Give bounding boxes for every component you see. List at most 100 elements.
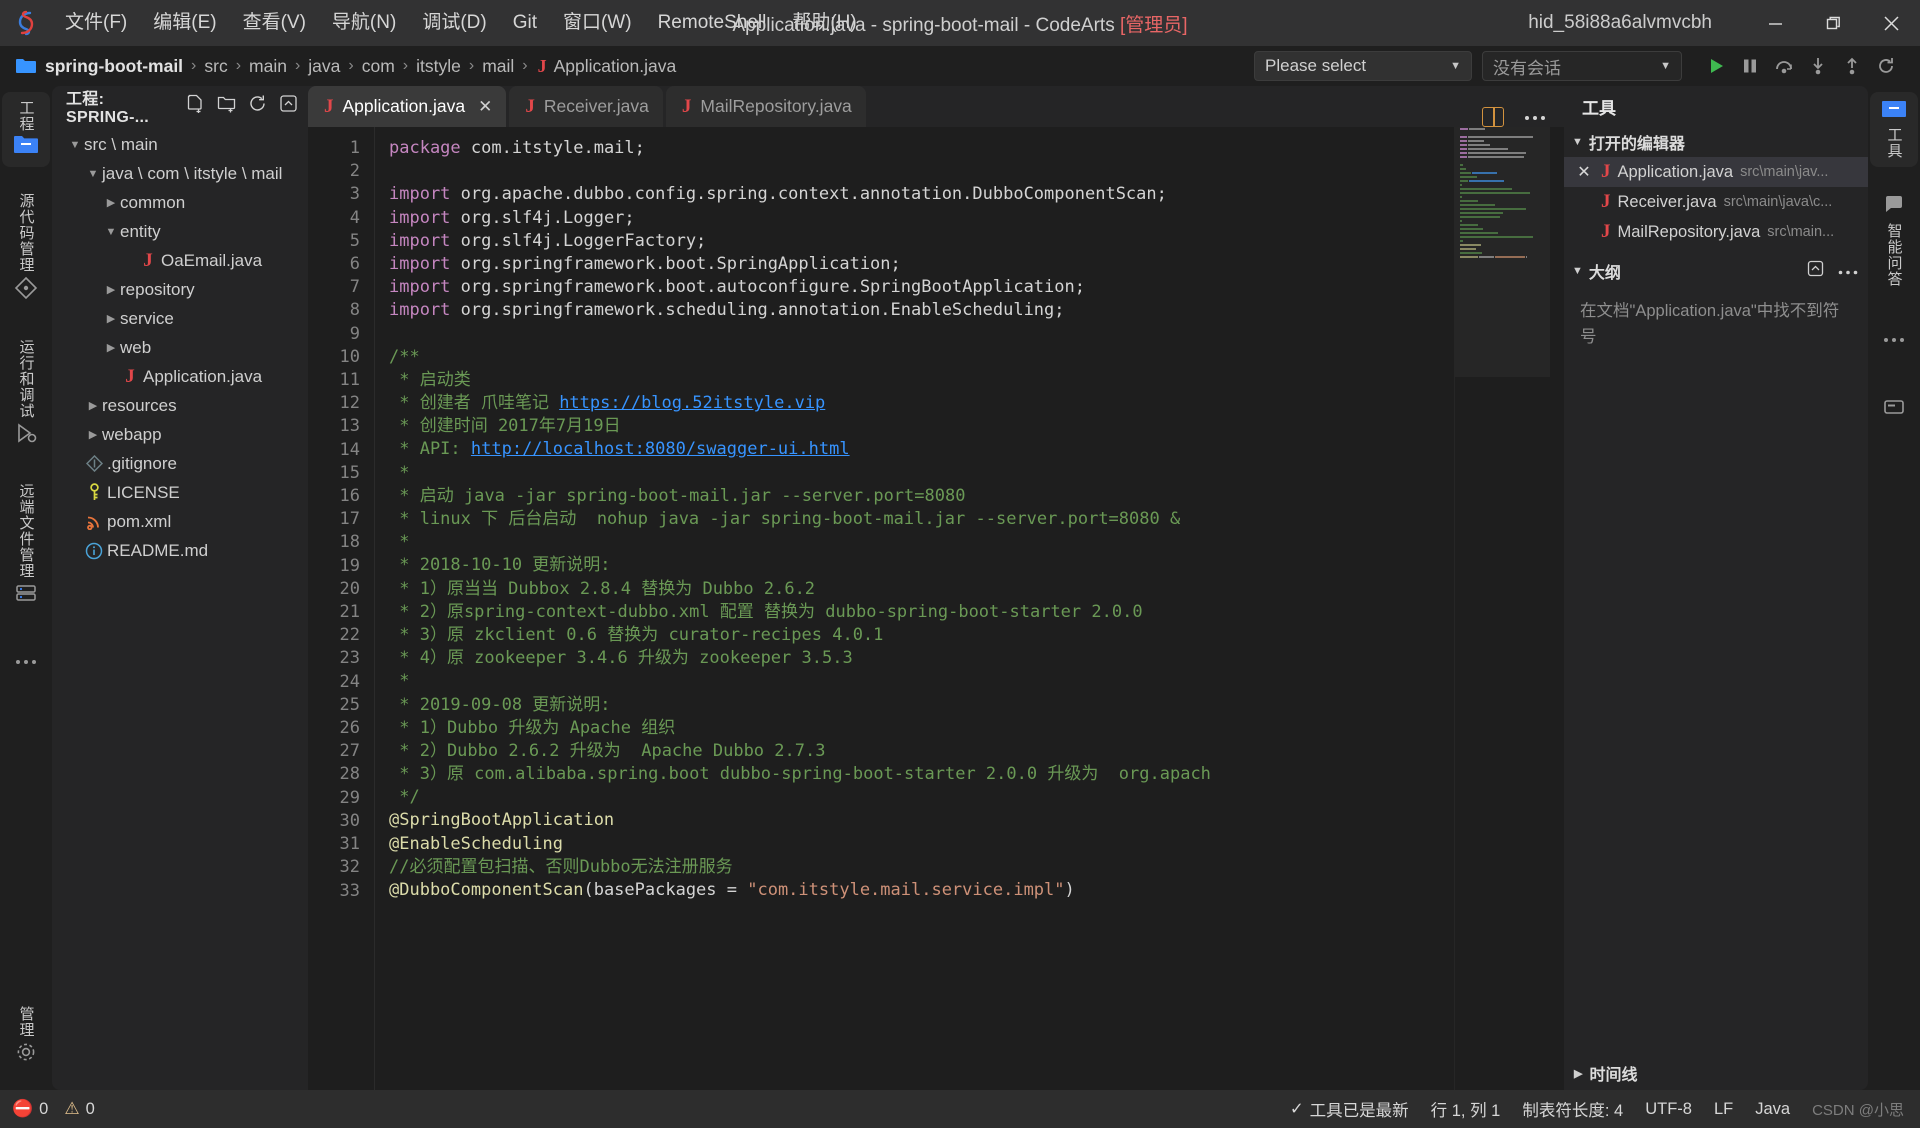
sidebar-item-source-control[interactable]: 源代码管理 bbox=[2, 185, 50, 313]
status-encoding[interactable]: UTF-8 bbox=[1645, 1100, 1692, 1119]
menu-help[interactable]: 帮助(H) bbox=[779, 6, 869, 40]
tab-mailrepository-java[interactable]: J MailRepository.java bbox=[666, 86, 866, 127]
menu-debug[interactable]: 调试(D) bbox=[409, 6, 499, 40]
open-editor-item-mailrepository[interactable]: J MailRepository.java src\main... bbox=[1564, 217, 1868, 247]
breadcrumb-com[interactable]: com bbox=[362, 56, 395, 77]
menu-file[interactable]: 文件(F) bbox=[52, 6, 140, 40]
chevron-down-icon: ▼ bbox=[1660, 60, 1671, 72]
status-update[interactable]: ✓ 工具已是最新 bbox=[1290, 1097, 1409, 1121]
activity-label: 远端文件管理 bbox=[19, 483, 34, 579]
step-out-icon[interactable] bbox=[1842, 56, 1862, 76]
code-line: import org.apache.dubbo.config.spring.co… bbox=[389, 183, 1454, 206]
breadcrumb-itstyle[interactable]: itstyle bbox=[416, 56, 461, 77]
tree-item[interactable]: README.md bbox=[52, 536, 308, 565]
tree-item[interactable]: ▼java \ com \ itstyle \ mail bbox=[52, 159, 308, 188]
sidebar-item-run-debug[interactable]: 运行和调试 bbox=[2, 331, 50, 457]
tree-item[interactable]: ▼src \ main bbox=[52, 130, 308, 159]
config-select[interactable]: Please select ▼ bbox=[1254, 51, 1472, 81]
tree-item[interactable]: ▶webapp bbox=[52, 420, 308, 449]
tree-item[interactable]: LICENSE bbox=[52, 478, 308, 507]
restore-icon[interactable] bbox=[1804, 0, 1862, 46]
breadcrumb-src[interactable]: src bbox=[204, 56, 227, 77]
open-editor-item-application[interactable]: ✕ J Application.java src\main\jav... bbox=[1564, 157, 1868, 187]
outline-section-header[interactable]: ▼ 大纲 bbox=[1564, 255, 1868, 286]
status-eol[interactable]: LF bbox=[1714, 1100, 1733, 1119]
breadcrumb-mail[interactable]: mail bbox=[482, 56, 514, 77]
tree-item[interactable]: ▼entity bbox=[52, 217, 308, 246]
split-editor-icon[interactable] bbox=[1482, 107, 1504, 127]
editor-scrollbar[interactable] bbox=[1550, 127, 1564, 1090]
sidebar-item-notifications[interactable] bbox=[1870, 383, 1918, 435]
project-tree: ▼src \ main▼java \ com \ itstyle \ mail▶… bbox=[52, 126, 308, 565]
status-cursor-position[interactable]: 行 1, 列 1 bbox=[1431, 1097, 1501, 1121]
tree-item[interactable]: pom.xml bbox=[52, 507, 308, 536]
editor-more-icon[interactable] bbox=[1524, 108, 1546, 126]
sidebar-item-chat-ai[interactable]: 智能问答 bbox=[1870, 185, 1918, 295]
chevron-right-icon[interactable]: ▶ bbox=[102, 312, 120, 325]
menu-remoteshell[interactable]: RemoteShell bbox=[645, 6, 780, 40]
step-into-icon[interactable] bbox=[1808, 56, 1828, 76]
restart-icon[interactable] bbox=[1876, 56, 1896, 76]
menu-edit[interactable]: 编辑(E) bbox=[140, 6, 229, 40]
tree-item[interactable]: ▶service bbox=[52, 304, 308, 333]
tab-application-java[interactable]: J Application.java ✕ bbox=[308, 86, 506, 127]
close-icon[interactable]: ✕ bbox=[1574, 162, 1594, 182]
tree-item[interactable]: JOaEmail.java bbox=[52, 246, 308, 275]
tree-item[interactable]: JApplication.java bbox=[52, 362, 308, 391]
sidebar-item-remote-files[interactable]: 远端文件管理 bbox=[2, 475, 50, 617]
new-file-icon[interactable] bbox=[186, 94, 205, 118]
chevron-right-icon[interactable]: ▶ bbox=[84, 399, 102, 412]
status-warnings[interactable]: ⚠ 0 bbox=[64, 1099, 94, 1119]
new-folder-icon[interactable] bbox=[217, 94, 236, 118]
sidebar-item-more-right[interactable] bbox=[1870, 313, 1918, 365]
tree-item[interactable]: ▶common bbox=[52, 188, 308, 217]
run-icon[interactable] bbox=[1706, 56, 1726, 76]
close-icon[interactable] bbox=[1862, 0, 1920, 46]
timeline-section-header[interactable]: ▶ 时间线 bbox=[1564, 1056, 1868, 1090]
line-number: 1 bbox=[308, 137, 360, 160]
chevron-right-icon[interactable]: ▶ bbox=[102, 196, 120, 209]
menu-view[interactable]: 查看(V) bbox=[230, 6, 319, 40]
sidebar-item-project[interactable]: 工程 bbox=[2, 92, 50, 167]
status-errors[interactable]: ⛔ 0 bbox=[12, 1099, 48, 1119]
status-tab-size[interactable]: 制表符长度: 4 bbox=[1522, 1097, 1623, 1121]
menu-navigate[interactable]: 导航(N) bbox=[319, 6, 409, 40]
sidebar-item-more[interactable] bbox=[2, 635, 50, 687]
activity-label: 源代码管理 bbox=[19, 193, 34, 273]
collapse-all-icon[interactable] bbox=[279, 94, 298, 118]
code-line: * 1）原当当 Dubbox 2.8.4 替换为 Dubbo 2.6.2 bbox=[389, 578, 1454, 601]
sidebar-item-manage[interactable]: 管理 bbox=[2, 998, 50, 1076]
session-select[interactable]: 没有会话 ▼ bbox=[1482, 51, 1682, 81]
menu-git[interactable]: Git bbox=[500, 6, 550, 40]
tree-item[interactable]: ▶repository bbox=[52, 275, 308, 304]
tree-item-label: OaEmail.java bbox=[161, 251, 262, 271]
tree-item[interactable]: ▶web bbox=[52, 333, 308, 362]
minimize-icon[interactable] bbox=[1746, 0, 1804, 46]
open-editor-item-receiver[interactable]: J Receiver.java src\main\java\c... bbox=[1564, 187, 1868, 217]
breadcrumb-project[interactable]: spring-boot-mail bbox=[45, 56, 183, 77]
tree-item[interactable]: .gitignore bbox=[52, 449, 308, 478]
tree-item[interactable]: ▶resources bbox=[52, 391, 308, 420]
open-editors-section-header[interactable]: ▼ 打开的编辑器 bbox=[1564, 126, 1868, 157]
breadcrumb-main[interactable]: main bbox=[249, 56, 287, 77]
pause-icon[interactable] bbox=[1740, 56, 1760, 76]
breadcrumb-file[interactable]: Application.java bbox=[554, 56, 677, 77]
sidebar-item-tools[interactable]: 工具 bbox=[1870, 92, 1918, 167]
chevron-down-icon[interactable]: ▼ bbox=[84, 168, 102, 180]
code-content[interactable]: package com.itstyle.mail; import org.apa… bbox=[374, 127, 1454, 1090]
tab-receiver-java[interactable]: J Receiver.java bbox=[509, 86, 663, 127]
outline-more-icon[interactable] bbox=[1838, 262, 1858, 280]
chevron-right-icon[interactable]: ▶ bbox=[102, 283, 120, 296]
chevron-right-icon[interactable]: ▶ bbox=[84, 428, 102, 441]
chevron-down-icon[interactable]: ▼ bbox=[102, 226, 120, 238]
close-icon[interactable]: ✕ bbox=[478, 97, 492, 117]
menu-window[interactable]: 窗口(W) bbox=[550, 6, 645, 40]
minimap[interactable] bbox=[1454, 127, 1550, 1090]
status-language[interactable]: Java bbox=[1755, 1100, 1790, 1119]
chevron-down-icon[interactable]: ▼ bbox=[66, 139, 84, 151]
jump-to-icon[interactable] bbox=[1806, 259, 1825, 283]
breadcrumb-java[interactable]: java bbox=[308, 56, 340, 77]
chevron-right-icon[interactable]: ▶ bbox=[102, 341, 120, 354]
step-over-icon[interactable] bbox=[1774, 56, 1794, 76]
refresh-icon[interactable] bbox=[248, 94, 267, 118]
